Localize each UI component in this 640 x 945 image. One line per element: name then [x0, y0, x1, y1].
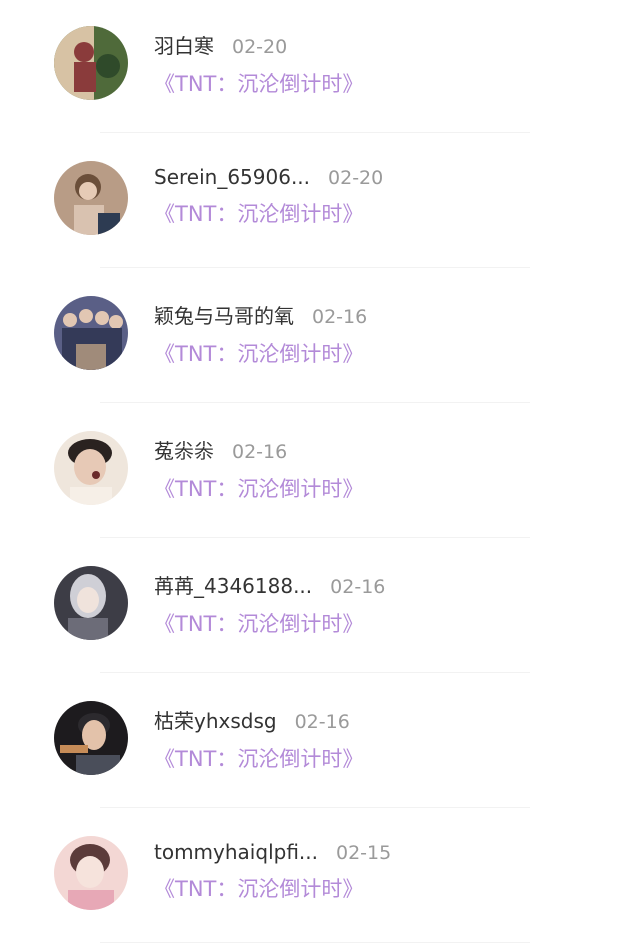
- user-name[interactable]: Serein_65906...: [154, 165, 310, 189]
- avatar[interactable]: [54, 701, 128, 775]
- user-name[interactable]: tommyhaiqlpfi...: [154, 840, 318, 864]
- user-name[interactable]: 羽白寒: [154, 30, 214, 59]
- comment-meta: tommyhaiqlpfi... 02-15 《TNT：沉沦倒计时》: [154, 840, 620, 903]
- avatar-group-photo-icon: [54, 296, 128, 370]
- user-name[interactable]: 枯荣yhxsdsg: [154, 705, 277, 734]
- avatar-photo-icon: [54, 161, 128, 235]
- avatar[interactable]: [54, 431, 128, 505]
- work-link[interactable]: 《TNT：沉沦倒计时》: [154, 608, 620, 638]
- list-item[interactable]: 菟尜尜 02-16 《TNT：沉沦倒计时》: [0, 405, 640, 540]
- work-link[interactable]: 《TNT：沉沦倒计时》: [154, 873, 620, 903]
- avatar[interactable]: [54, 26, 128, 100]
- comment-meta: 菟尜尜 02-16 《TNT：沉沦倒计时》: [154, 435, 620, 503]
- work-link[interactable]: 《TNT：沉沦倒计时》: [154, 338, 620, 368]
- avatar-illustration-icon: [54, 566, 128, 640]
- comment-date: 02-16: [330, 576, 386, 598]
- avatar-photo-icon: [54, 836, 128, 910]
- avatar-portrait-icon: [54, 701, 128, 775]
- user-name[interactable]: 菟尜尜: [154, 435, 214, 464]
- divider: [100, 132, 530, 133]
- list-item[interactable]: 颖兔与马哥的氧 02-16 《TNT：沉沦倒计时》: [0, 270, 640, 405]
- comment-date: 02-16: [232, 441, 288, 463]
- work-link[interactable]: 《TNT：沉沦倒计时》: [154, 68, 620, 98]
- avatar-portrait-icon: [54, 431, 128, 505]
- work-link[interactable]: 《TNT：沉沦倒计时》: [154, 198, 620, 228]
- comment-meta: 枯荣yhxsdsg 02-16 《TNT：沉沦倒计时》: [154, 705, 620, 773]
- user-name[interactable]: 颖兔与马哥的氧: [154, 300, 294, 329]
- comment-date: 02-15: [335, 842, 392, 864]
- avatar[interactable]: [54, 296, 128, 370]
- divider: [100, 537, 530, 538]
- comment-date: 02-20: [232, 36, 288, 58]
- user-name[interactable]: 苒苒_4346188...: [154, 570, 312, 599]
- list-item[interactable]: 羽白寒 02-20 《TNT：沉沦倒计时》: [0, 0, 640, 135]
- avatar[interactable]: [54, 566, 128, 640]
- divider: [100, 942, 530, 943]
- divider: [100, 402, 530, 403]
- comment-date: 02-20: [328, 167, 384, 189]
- list-item[interactable]: Serein_65906... 02-20 《TNT：沉沦倒计时》: [0, 135, 640, 270]
- comment-date: 02-16: [294, 711, 350, 733]
- divider: [100, 672, 530, 673]
- divider: [100, 267, 530, 268]
- avatar[interactable]: [54, 161, 128, 235]
- divider: [100, 807, 530, 808]
- comment-date: 02-16: [312, 306, 368, 328]
- work-link[interactable]: 《TNT：沉沦倒计时》: [154, 743, 620, 773]
- comment-meta: Serein_65906... 02-20 《TNT：沉沦倒计时》: [154, 165, 620, 228]
- list-item[interactable]: 枯荣yhxsdsg 02-16 《TNT：沉沦倒计时》: [0, 675, 640, 810]
- work-link[interactable]: 《TNT：沉沦倒计时》: [154, 473, 620, 503]
- list-item[interactable]: tommyhaiqlpfi... 02-15 《TNT：沉沦倒计时》: [0, 810, 640, 945]
- comment-meta: 苒苒_4346188... 02-16 《TNT：沉沦倒计时》: [154, 570, 620, 638]
- comment-list: 羽白寒 02-20 《TNT：沉沦倒计时》 Serein_65906... 02…: [0, 0, 640, 945]
- comment-meta: 羽白寒 02-20 《TNT：沉沦倒计时》: [154, 30, 620, 98]
- avatar-illustration-icon: [54, 26, 128, 100]
- avatar[interactable]: [54, 836, 128, 910]
- comment-meta: 颖兔与马哥的氧 02-16 《TNT：沉沦倒计时》: [154, 300, 620, 368]
- list-item[interactable]: 苒苒_4346188... 02-16 《TNT：沉沦倒计时》: [0, 540, 640, 675]
